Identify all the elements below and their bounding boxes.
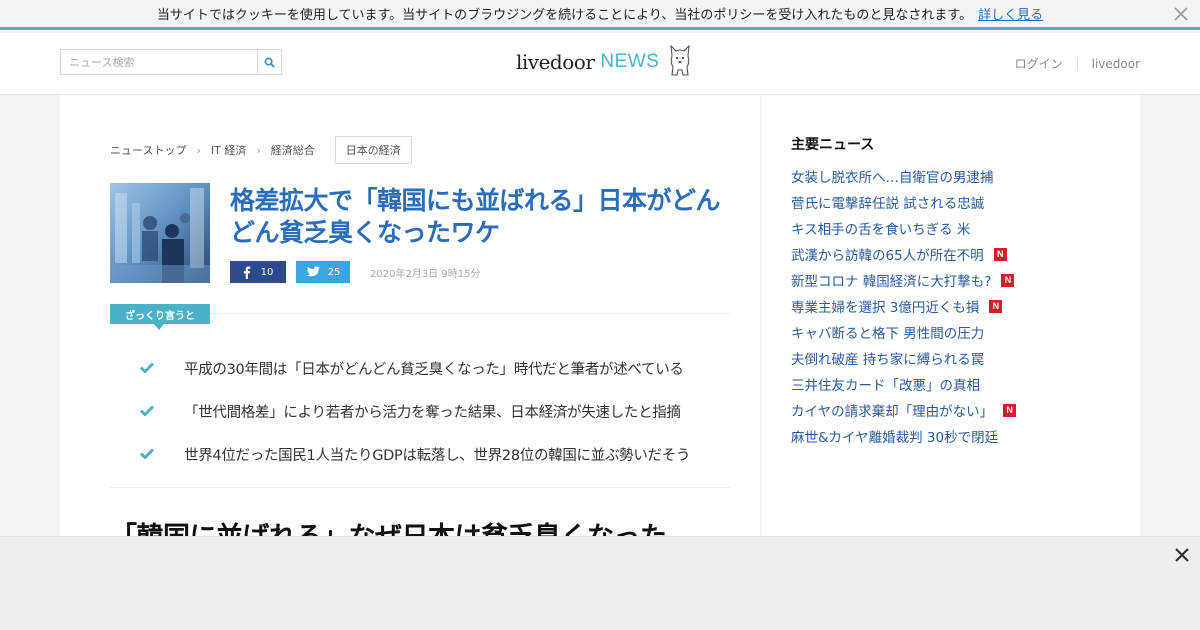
close-icon[interactable]: [1172, 545, 1192, 565]
topic-tag[interactable]: 日本の経済: [334, 136, 412, 164]
divider: [1076, 57, 1078, 70]
check-icon: [139, 447, 184, 463]
article-thumbnail[interactable]: [110, 183, 210, 283]
news-list-item[interactable]: 麻世&カイヤ離婚裁判 30秒で閉廷: [791, 423, 1016, 449]
summary-list: 平成の30年間は「日本がどんどん貧乏臭くなった」時代だと筆者が述べている 「世代…: [139, 347, 730, 476]
new-badge: N: [993, 247, 1007, 261]
news-list-item[interactable]: 新型コロナ 韓国経済に大打撃も? N: [791, 267, 1016, 293]
logo-news-text: NEWS: [600, 51, 660, 72]
news-link-text: 武漢から訪韓の65人が所在不明: [791, 248, 984, 264]
news-list-item[interactable]: 三井住友カード「改悪」の真相: [791, 371, 1016, 397]
cookie-bar: 当サイトではクッキーを使用しています。当サイトのブラウジングを続けることにより、…: [0, 0, 1200, 30]
logo-livedoor-text: livedoor: [516, 50, 595, 74]
divider: [210, 313, 730, 314]
breadcrumb-news-top[interactable]: ニューストップ: [110, 142, 186, 158]
chevron-right-icon: ›: [196, 143, 201, 157]
news-link-text: 三井住友カード「改悪」の真相: [791, 378, 980, 394]
news-list-item[interactable]: 菅氏に電撃辞任説 試される忠誠: [791, 189, 1016, 215]
cookie-details-link[interactable]: 詳しく見る: [978, 4, 1043, 23]
search-input[interactable]: [61, 50, 257, 74]
twitter-share-button[interactable]: 25: [296, 261, 350, 283]
news-link-text: 菅氏に電撃辞任説 試される忠誠: [791, 196, 985, 212]
news-link-text: 麻世&カイヤ離婚裁判 30秒で閉廷: [791, 430, 999, 446]
news-link-text: 女装し脱衣所へ…自衛官の男逮捕: [791, 170, 994, 186]
facebook-icon: [243, 266, 250, 279]
cookie-message: 当サイトではクッキーを使用しています。当サイトのブラウジングを続けることにより、…: [156, 8, 973, 23]
news-link-text: 新型コロナ 韓国経済に大打撃も?: [791, 274, 992, 290]
livedoor-news-logo[interactable]: livedoor NEWS: [516, 42, 693, 82]
livedoor-link[interactable]: livedoor: [1092, 57, 1140, 71]
chevron-right-icon: ›: [256, 143, 261, 157]
summary-label-pointer: [154, 324, 164, 330]
summary-text: 平成の30年間は「日本がどんどん貧乏臭くなった」時代だと筆者が述べている: [184, 362, 684, 378]
summary-item: 世界4位だった国民1人当たりGDPは転落し、世界28位の韓国に並ぶ勢いだそう: [139, 433, 730, 476]
summary-item: 平成の30年間は「日本がどんどん貧乏臭くなった」時代だと筆者が述べている: [139, 347, 730, 390]
news-list-item[interactable]: カイヤの請求棄却「理由がない」 N: [791, 397, 1017, 423]
twitter-icon: [305, 266, 320, 277]
news-list-item[interactable]: 夫倒れ破産 持ち家に縛られる罠: [791, 345, 1016, 371]
header-links: ログイン livedoor: [1015, 55, 1140, 72]
divider: [110, 487, 730, 488]
news-link-text: 夫倒れ破産 持ち家に縛られる罠: [791, 352, 985, 368]
breadcrumb-economy-general[interactable]: 経済総合: [271, 142, 315, 158]
news-list-item[interactable]: 武漢から訪韓の65人が所在不明 N: [791, 241, 1016, 267]
check-icon: [139, 404, 184, 420]
site-header: livedoor NEWS ログイン livedoor: [0, 33, 1200, 95]
search-box: [60, 49, 282, 75]
main-news-list: 女装し脱衣所へ…自衛官の男逮捕 菅氏に電撃辞任説 試される忠誠 キス相手の舌を食いち…: [791, 163, 1017, 449]
news-link-text: 専業主婦を選択 3億円近くも損: [791, 300, 980, 316]
twitter-count: 25: [327, 266, 341, 278]
summary-item: 「世代間格差」により若者から活力を奪った結果、日本経済が失速したと指摘: [139, 390, 730, 433]
news-link-text: カイヤの請求棄却「理由がない」: [791, 404, 994, 420]
search-button[interactable]: [257, 50, 281, 74]
breadcrumb-it-economy[interactable]: IT 経済: [211, 142, 246, 158]
news-list-item[interactable]: 専業主婦を選択 3億円近くも損 N: [791, 293, 1016, 319]
news-list-item[interactable]: キャバ断ると格下 男性間の圧力: [791, 319, 1016, 345]
article-title: 格差拡大で「韓国にも並ばれる」日本がどんどん貧乏臭くなったワケ: [230, 186, 721, 247]
new-badge: N: [1001, 273, 1015, 287]
summary-text: 世界4位だった国民1人当たりGDPは転落し、世界28位の韓国に並ぶ勢いだそう: [184, 448, 691, 464]
summary-text: 「世代間格差」により若者から活力を奪った結果、日本経済が失速したと指摘: [184, 405, 681, 421]
close-icon[interactable]: [1172, 5, 1190, 23]
publish-date: 2020年2月3日 9時15分: [370, 269, 481, 280]
ad-overlay: [0, 536, 1200, 630]
facebook-share-button[interactable]: 10: [230, 261, 286, 283]
news-list-item[interactable]: キス相手の舌を食いちぎる 米: [791, 215, 1016, 241]
login-link[interactable]: ログイン: [1015, 55, 1063, 72]
news-list-item[interactable]: 女装し脱衣所へ…自衛官の男逮捕: [791, 163, 1016, 189]
dog-mascot-icon: [667, 42, 693, 82]
search-icon: [264, 57, 275, 68]
news-link-text: キス相手の舌を食いちぎる 米: [791, 222, 971, 238]
new-badge: N: [1003, 403, 1017, 417]
new-badge: N: [989, 299, 1003, 313]
check-icon: [139, 361, 184, 377]
sidebar-title: 主要ニュース: [791, 137, 875, 153]
breadcrumb: ニューストップ › IT 経済 › 経済総合 日本の経済: [110, 136, 412, 164]
news-link-text: キャバ断ると格下 男性間の圧力: [791, 326, 985, 342]
facebook-count: 10: [260, 266, 274, 278]
summary-label: ざっくり言うと: [110, 304, 210, 324]
